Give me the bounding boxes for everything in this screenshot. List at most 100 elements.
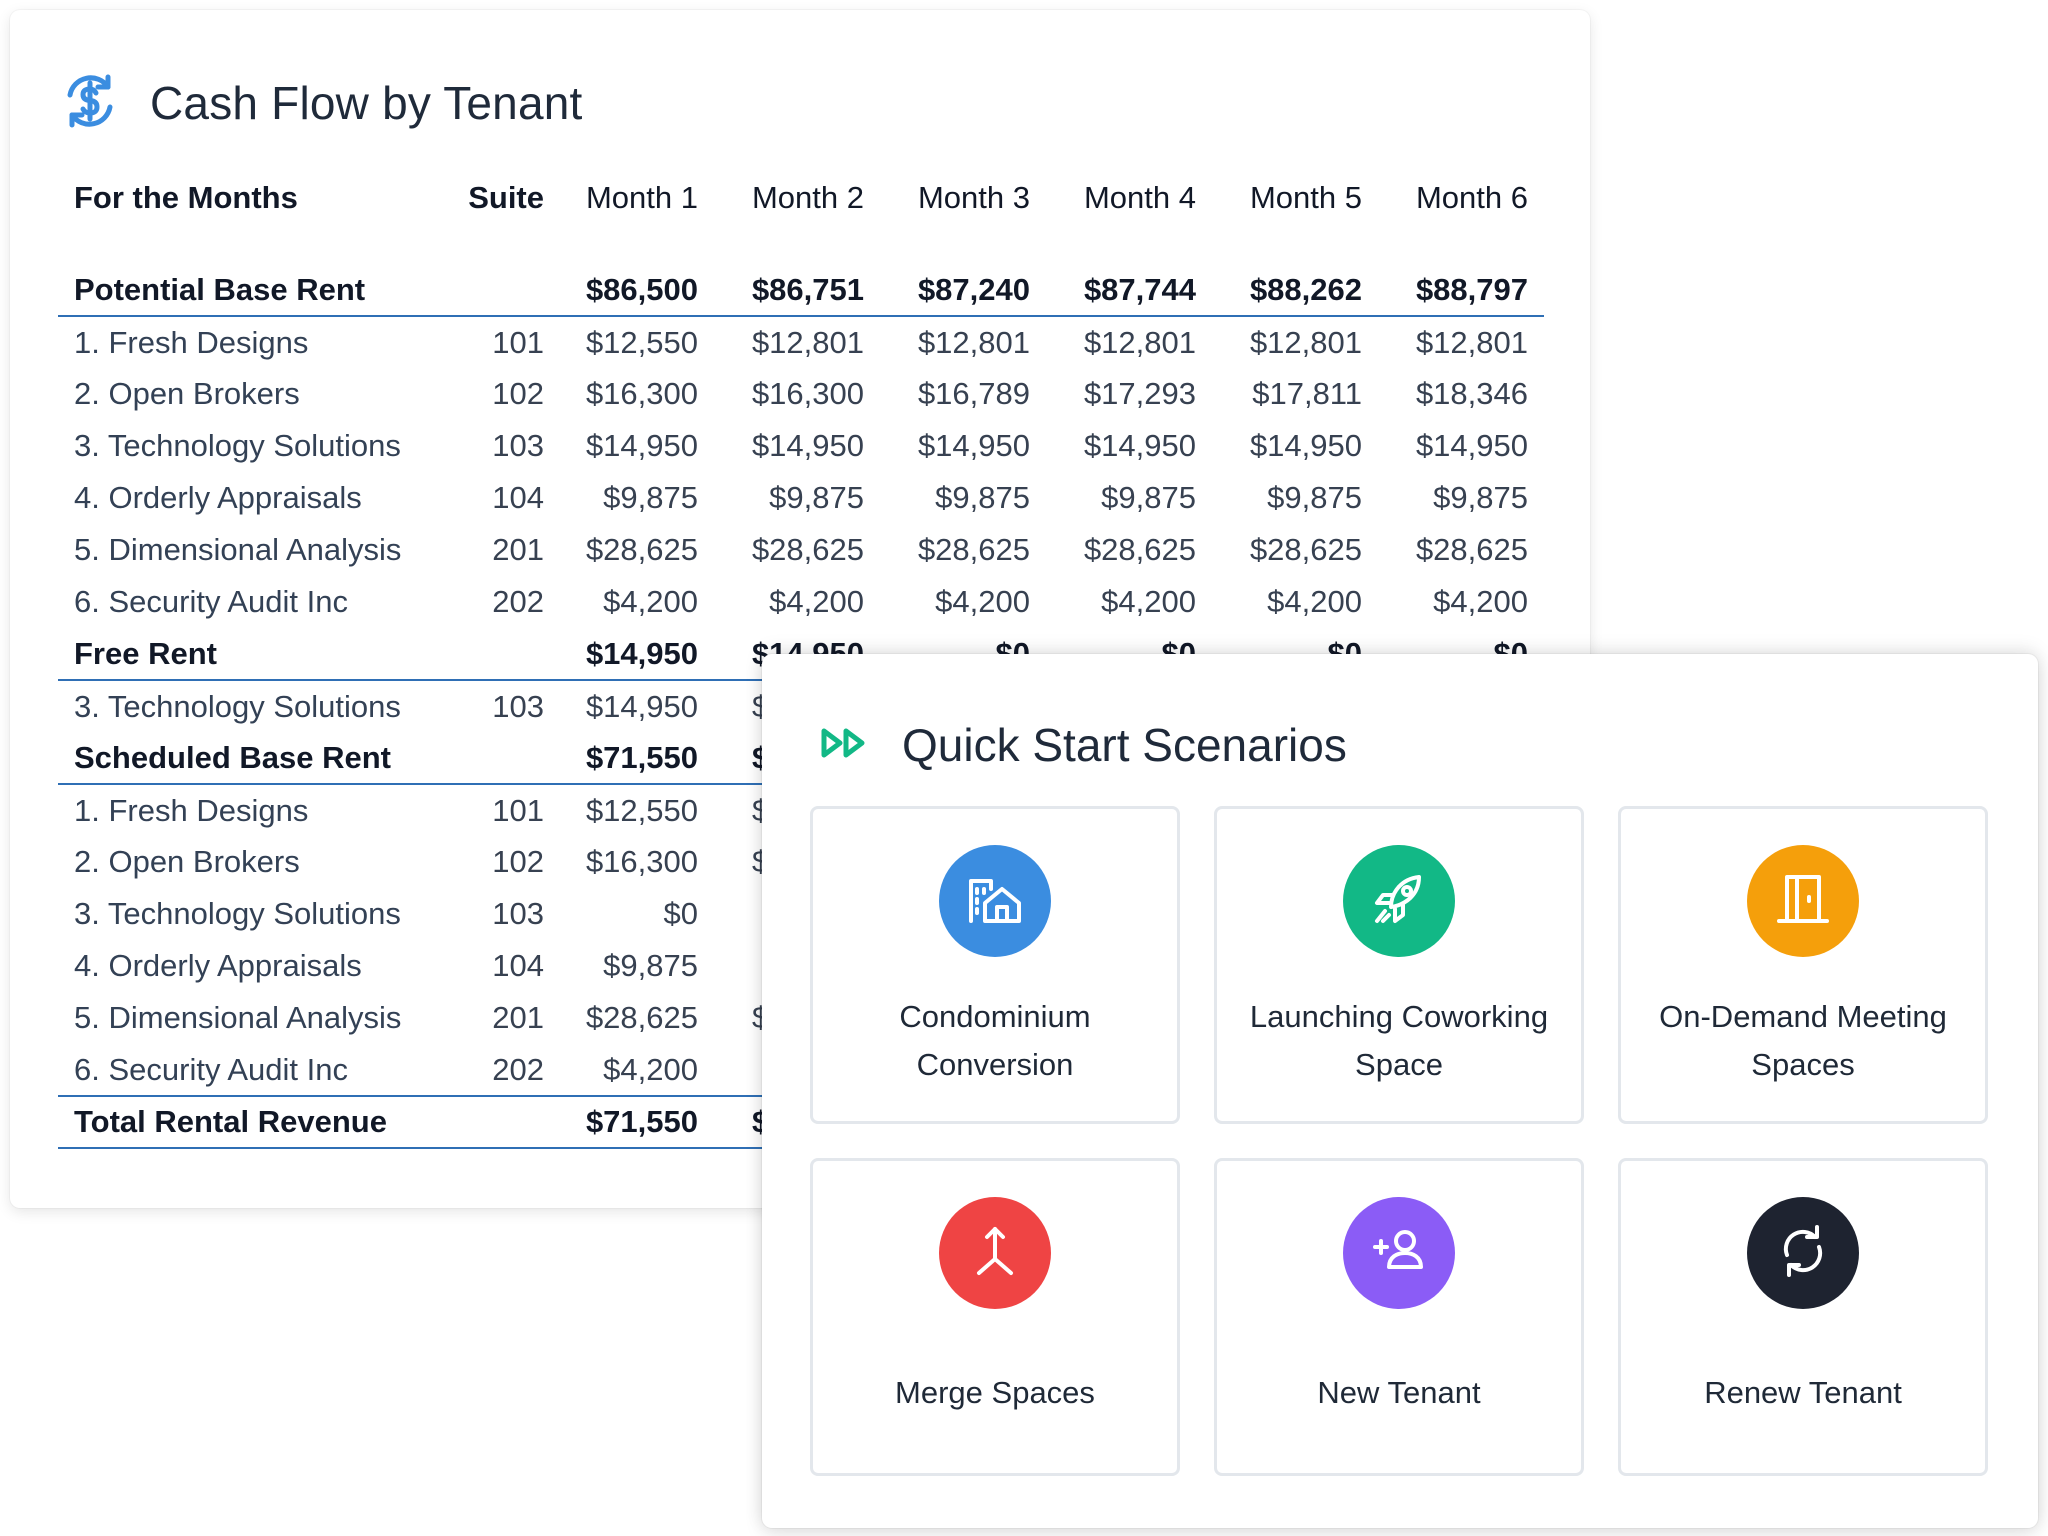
- month-value-cell: $9,875: [1267, 480, 1362, 515]
- month-value-cell: $4,200: [603, 1051, 698, 1087]
- month-value-cell: $9,875: [1101, 480, 1196, 515]
- month-value-cell: $16,789: [917, 376, 1030, 411]
- column-header-month: Month 2: [751, 180, 864, 215]
- month-value-cell: $88,797: [1378, 264, 1544, 317]
- month-value-cell: $9,875: [1433, 480, 1528, 515]
- refresh-icon: [1771, 1219, 1835, 1288]
- row-label: 6. Security Audit Inc: [74, 584, 348, 619]
- row-label: 4. Orderly Appraisals: [74, 948, 362, 983]
- suite-cell: 102: [492, 844, 544, 879]
- row-label: 3. Technology Solutions: [74, 688, 401, 724]
- suite-cell: 202: [492, 584, 544, 619]
- month-value-cell: $4,200: [935, 584, 1030, 619]
- column-header-month: Month 4: [1083, 180, 1196, 215]
- month-value-cell: $9,875: [603, 948, 698, 983]
- month-value-cell: $12,550: [585, 792, 698, 828]
- column-header-month: Month 5: [1249, 180, 1362, 215]
- month-value-cell: $0: [663, 896, 698, 931]
- month-value-cell: $12,801: [1249, 324, 1362, 360]
- scenario-icon-circle: [1747, 845, 1859, 957]
- month-value-cell: $28,625: [1083, 532, 1196, 567]
- row-label: Total Rental Revenue: [58, 1095, 432, 1149]
- month-value-cell: $4,200: [603, 584, 698, 619]
- column-header-suite: Suite: [468, 180, 544, 215]
- month-value-cell: $12,801: [751, 324, 864, 360]
- month-value-cell: $9,875: [769, 480, 864, 515]
- month-value-cell: $28,625: [751, 532, 864, 567]
- row-label: Potential Base Rent: [58, 264, 432, 317]
- suite-cell: 103: [492, 896, 544, 931]
- scenario-icon-circle: [1343, 1197, 1455, 1309]
- scenario-icon-circle: [939, 1197, 1051, 1309]
- row-label: 3. Technology Solutions: [74, 896, 401, 931]
- scenario-label: Renew Tenant: [1704, 1375, 1902, 1410]
- building-home-icon: [963, 867, 1027, 936]
- month-value-cell: $16,300: [751, 376, 864, 411]
- suite-cell: 101: [492, 324, 544, 360]
- scenario-condominium-conversion[interactable]: Condominium Conversion: [810, 806, 1180, 1124]
- suite-cell: 104: [492, 948, 544, 983]
- month-value-cell: $12,801: [1415, 324, 1528, 360]
- table-header-row: For the Months Suite Month 1 Month 2 Mon…: [58, 160, 1544, 236]
- tenant-row: 6. Security Audit Inc 202 $4,200 $4,200 $4,2…: [58, 576, 1544, 628]
- month-value-cell: $14,950: [1249, 428, 1362, 463]
- month-value-cell: $17,811: [1252, 376, 1362, 411]
- row-label: 1. Fresh Designs: [74, 792, 309, 828]
- section-row: Potential Base Rent $86,500 $86,751 $87,240…: [58, 264, 1544, 317]
- scenario-icon-circle: [939, 845, 1051, 957]
- quick-start-card: Quick Start Scenarios Condominium Conver…: [762, 654, 2038, 1528]
- month-value-cell: $17,293: [1083, 376, 1196, 411]
- tenant-row: 3. Technology Solutions 103 $14,950 $14,950…: [58, 420, 1544, 472]
- row-label: 6. Security Audit Inc: [74, 1051, 348, 1087]
- month-value-cell: $87,744: [1046, 264, 1212, 317]
- scenario-label: Condominium Conversion: [899, 999, 1091, 1082]
- suite-cell: 103: [492, 428, 544, 463]
- month-value-cell: $14,950: [751, 428, 864, 463]
- cash-flow-title: Cash Flow by Tenant: [150, 77, 583, 129]
- suite-cell: 103: [492, 688, 544, 724]
- cash-flow-header: Cash Flow by Tenant: [58, 68, 583, 138]
- month-value-cell: $28,625: [585, 532, 698, 567]
- suite-cell: [432, 1095, 548, 1149]
- month-value-cell: $87,240: [880, 264, 1046, 317]
- column-header-month: Month 3: [917, 180, 1030, 215]
- month-value-cell: $4,200: [769, 584, 864, 619]
- month-value-cell: $9,875: [603, 480, 698, 515]
- month-value-cell: $4,200: [1101, 584, 1196, 619]
- rocket-icon: [1367, 867, 1431, 936]
- scenario-new-tenant[interactable]: New Tenant: [1214, 1158, 1584, 1476]
- scenario-icon-circle: [1343, 845, 1455, 957]
- month-value-cell: $86,751: [714, 264, 880, 317]
- scenario-on-demand-meeting-spaces[interactable]: On-Demand Meeting Spaces: [1618, 806, 1988, 1124]
- scenario-grid: Condominium Conversion Launching Coworki…: [810, 806, 1988, 1476]
- month-value-cell: $71,550: [548, 1095, 714, 1149]
- quick-start-header: Quick Start Scenarios: [818, 714, 1347, 776]
- suite-cell: 201: [492, 1000, 544, 1035]
- month-value-cell: $18,346: [1415, 376, 1528, 411]
- suite-cell: [432, 732, 548, 785]
- suite-cell: 201: [492, 532, 544, 567]
- suite-cell: 102: [492, 376, 544, 411]
- month-value-cell: $28,625: [917, 532, 1030, 567]
- dollar-cycle-icon: [58, 69, 122, 138]
- scenario-merge-spaces[interactable]: Merge Spaces: [810, 1158, 1180, 1476]
- month-value-cell: $4,200: [1433, 584, 1528, 619]
- month-value-cell: $28,625: [1415, 532, 1528, 567]
- tenant-row: 4. Orderly Appraisals 104 $9,875 $9,875 $9,8…: [58, 472, 1544, 524]
- row-label: 3. Technology Solutions: [74, 428, 401, 463]
- month-value-cell: $14,950: [548, 628, 714, 681]
- suite-cell: 101: [492, 792, 544, 828]
- month-value-cell: $12,801: [917, 324, 1030, 360]
- row-label: 2. Open Brokers: [74, 376, 300, 411]
- row-label: Scheduled Base Rent: [58, 732, 432, 785]
- scenario-launching-coworking-space[interactable]: Launching Coworking Space: [1214, 806, 1584, 1124]
- scenario-renew-tenant[interactable]: Renew Tenant: [1618, 1158, 1988, 1476]
- scenario-label: On-Demand Meeting Spaces: [1659, 999, 1947, 1082]
- merge-arrow-icon: [963, 1219, 1027, 1288]
- door-icon: [1771, 867, 1835, 936]
- add-user-icon: [1367, 1219, 1431, 1288]
- scenario-label: Merge Spaces: [895, 1375, 1095, 1410]
- month-value-cell: $12,801: [1083, 324, 1196, 360]
- month-value-cell: $16,300: [585, 376, 698, 411]
- quick-start-title: Quick Start Scenarios: [902, 719, 1347, 771]
